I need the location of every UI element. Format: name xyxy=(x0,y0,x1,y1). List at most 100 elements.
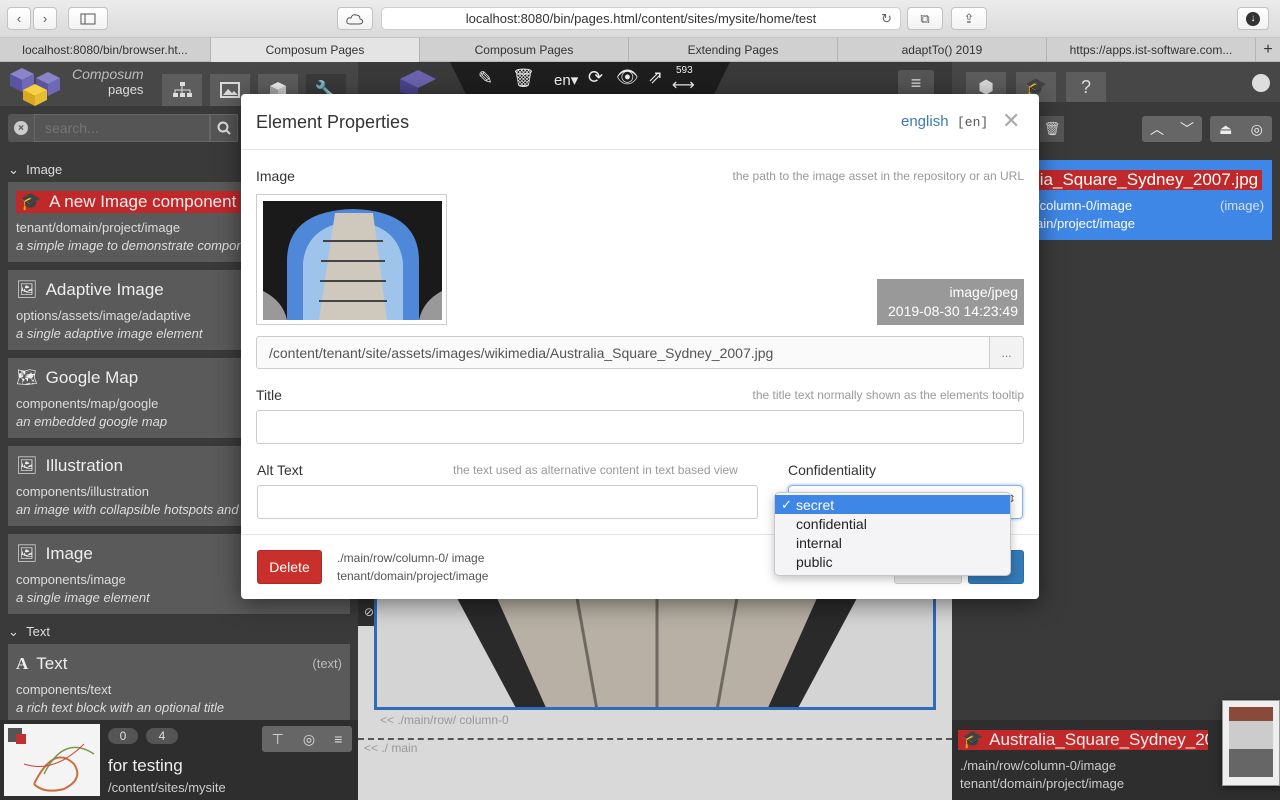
downloads-button[interactable]: ↓ xyxy=(1237,7,1269,30)
language-select[interactable]: en▾ xyxy=(554,71,578,89)
tree-tab[interactable] xyxy=(162,74,202,106)
logo-text-composum: Composum xyxy=(72,66,144,82)
browse-button[interactable]: ... xyxy=(989,336,1024,369)
tab-adaptto[interactable]: adaptTo() 2019 xyxy=(838,38,1047,62)
sidebar-button[interactable] xyxy=(68,7,108,30)
component-title: 🖼 Illustration xyxy=(16,456,123,476)
arrows-horizontal-icon[interactable]: ⟷ xyxy=(672,75,695,95)
chevron-down-icon: ⌄ xyxy=(8,162,19,177)
delete-button[interactable]: Delete xyxy=(257,550,322,584)
tab-label: Extending Pages xyxy=(687,43,779,57)
count-badge: 4 xyxy=(146,728,178,744)
current-element-title: 🎓 Australia_Square_Sydney_200 xyxy=(958,730,1208,750)
current-element-type: tenant/domain/project/image xyxy=(960,776,1125,791)
alt-text-input[interactable] xyxy=(257,485,758,519)
title-input[interactable] xyxy=(256,410,1024,444)
url-bar[interactable]: localhost:8080/bin/pages.html/content/si… xyxy=(381,7,901,30)
image-hint: the path to the image asset in the repos… xyxy=(732,169,1025,183)
option-confidential[interactable]: confidential xyxy=(775,514,1010,533)
share-icon: ⇪ xyxy=(963,10,975,26)
component-text[interactable]: A Text (text) components/text a rich text… xyxy=(8,644,350,720)
component-path: components/map/google xyxy=(16,396,159,411)
image-icon xyxy=(220,82,240,98)
database-icon[interactable]: ≡ xyxy=(334,731,342,747)
component-title-text: Image xyxy=(45,544,93,563)
group-text[interactable]: ⌄ Text xyxy=(8,624,50,640)
search-input[interactable] xyxy=(34,114,210,142)
trash-icon: 🗑 xyxy=(1043,121,1061,136)
image-preview[interactable] xyxy=(256,194,447,325)
trash-icon[interactable]: 🗑 xyxy=(512,68,535,89)
close-circle-icon: × xyxy=(14,121,28,135)
window-thumbnail[interactable] xyxy=(1222,700,1280,786)
target-icon[interactable]: ◎ xyxy=(1251,121,1263,138)
tab-composum-pages[interactable]: Composum Pages xyxy=(420,38,629,62)
site-title: for testing xyxy=(108,756,183,775)
component-description: a single adaptive image element xyxy=(16,326,203,341)
menu-button[interactable]: ≡ xyxy=(898,70,934,96)
status-indicator xyxy=(1252,74,1270,92)
search-button[interactable] xyxy=(210,114,238,142)
group-image[interactable]: ⌄ Image xyxy=(8,162,62,178)
external-link-icon[interactable]: ⇗ xyxy=(648,67,663,88)
icloud-button[interactable] xyxy=(337,7,373,30)
chevron-down-icon: ⌄ xyxy=(8,624,19,639)
question-circle-icon: ? xyxy=(1080,76,1091,97)
tabs-overview-button[interactable]: ⧉ xyxy=(907,7,943,30)
component-title-text: Illustration xyxy=(45,456,124,475)
language-code: en xyxy=(554,72,571,89)
current-element-path: ./main/row/column-0/image xyxy=(960,758,1117,773)
clear-search-button[interactable]: × xyxy=(8,114,34,142)
forward-button[interactable]: › xyxy=(33,7,57,30)
question-tab[interactable]: ? xyxy=(1066,72,1106,102)
back-button[interactable]: ‹ xyxy=(7,7,31,30)
count-badge: 0 xyxy=(108,728,138,744)
image-meta: image/jpeg 2019-08-30 14:23:49 xyxy=(877,279,1024,325)
image-path-input[interactable]: /content/tenant/site/assets/images/wikim… xyxy=(256,336,990,369)
refresh-icon[interactable]: ⟳ xyxy=(588,67,603,88)
option-internal[interactable]: internal xyxy=(775,533,1010,552)
edit-icon[interactable]: ✎ xyxy=(478,68,493,89)
share-button[interactable]: ⇪ xyxy=(951,7,987,30)
image-mime: image/jpeg xyxy=(949,284,1019,300)
reload-icon[interactable]: ↻ xyxy=(881,11,892,27)
confidentiality-dropdown: secret confidential internal public xyxy=(774,492,1011,576)
close-icon[interactable]: ✕ xyxy=(1002,108,1020,134)
edit-toolbar: ✎ 🗑 en▾ ⟳ 👁 ⇗ 593 ⟷ xyxy=(450,62,730,96)
chevron-right-icon: › xyxy=(42,11,48,26)
component-path: components/illustration xyxy=(16,484,149,499)
eject-icon[interactable]: ⏏ xyxy=(1219,121,1232,138)
title-label: Title xyxy=(256,387,282,403)
tab-apps[interactable]: https://apps.ist-software.com... xyxy=(1047,38,1256,62)
eye-icon[interactable]: 👁 xyxy=(616,67,639,88)
delete-element-button[interactable]: 🗑 xyxy=(1040,116,1064,142)
dialog-language[interactable]: english xyxy=(901,113,949,130)
target-icon[interactable]: ◎ xyxy=(303,731,315,748)
component-title: 🖼 Image xyxy=(16,544,93,564)
chevron-down-icon[interactable]: ﹀ xyxy=(1180,119,1194,139)
component-description: an embedded google map xyxy=(16,414,168,429)
tab-label: https://apps.ist-software.com... xyxy=(1069,43,1233,57)
tab-extending-pages[interactable]: Extending Pages xyxy=(629,38,838,62)
selected-element-title: lia_Square_Sydney_2007.jpg xyxy=(1032,170,1263,190)
site-thumbnail[interactable] xyxy=(4,724,100,796)
component-path: tenant/domain/project/image xyxy=(16,220,181,235)
selected-image-element[interactable] xyxy=(374,598,936,710)
url-text: localhost:8080/bin/pages.html/content/si… xyxy=(465,11,817,26)
tab-browser[interactable]: localhost:8080/bin/browser.ht... xyxy=(0,38,211,62)
sitemap-icon[interactable]: ⊤ xyxy=(272,731,284,748)
component-title-text: A new Image component xyxy=(49,192,237,211)
new-tab-button[interactable]: + xyxy=(1256,38,1280,62)
option-public[interactable]: public xyxy=(775,552,1010,571)
tabs-icon: ⧉ xyxy=(920,10,930,26)
chevron-up-icon[interactable]: ︿ xyxy=(1150,119,1164,139)
tab-composum-pages-active[interactable]: Composum Pages xyxy=(211,38,420,62)
image-icon: 🖼 xyxy=(16,456,38,475)
component-title: 🖼 Adaptive Image xyxy=(16,280,164,300)
option-secret[interactable]: secret xyxy=(775,495,1010,514)
selected-element-subpath: ain/project/image xyxy=(1036,216,1135,231)
thumbnail-preview xyxy=(1229,707,1273,777)
alt-text-hint: the text used as alternative content in … xyxy=(453,463,738,477)
chevron-left-icon: ‹ xyxy=(16,11,22,26)
title-hint: the title text normally shown as the ele… xyxy=(752,388,1024,402)
